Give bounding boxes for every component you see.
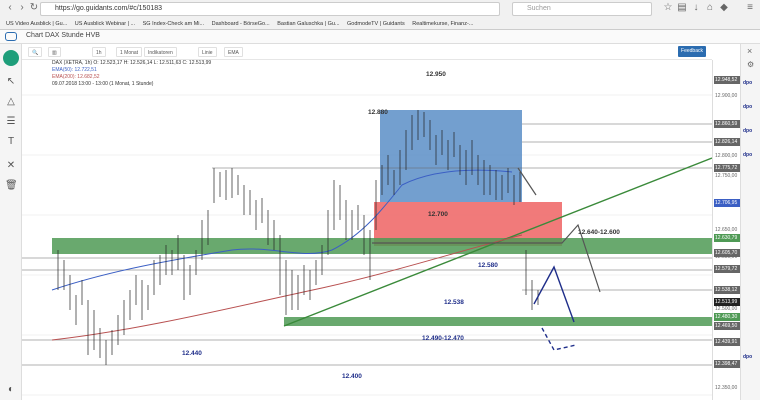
support-zone-lower: [284, 317, 712, 326]
resistance-box: [380, 110, 522, 202]
price-tag: 12.480,30: [714, 313, 741, 321]
bookmark-item[interactable]: US Ausblick Webinar | ...: [75, 18, 135, 30]
dpo-widget[interactable]: dpo: [743, 354, 752, 360]
contrast-icon[interactable]: ◐: [5, 384, 17, 396]
right-rail: × ⚙ dpo dpo dpo dpo dpo: [740, 44, 760, 400]
interval-button[interactable]: 1h: [92, 47, 106, 57]
label-low3: 12.400: [342, 373, 362, 380]
dpo-widget[interactable]: dpo: [743, 80, 752, 86]
price-tag: 12.948,52: [714, 76, 741, 84]
label-low1: 12.490-12.470: [422, 335, 464, 342]
price-tag: 12.605,70: [714, 249, 741, 257]
address-bar[interactable]: https://go.guidants.com/#c/150183: [40, 2, 500, 16]
support-zone-upper: [52, 238, 712, 254]
period-button[interactable]: 1 Monat: [116, 47, 143, 57]
delete-icon[interactable]: 🗑: [5, 180, 18, 192]
chart-toolbar: 🔍 ▥ 1h 1 Monat Linie EMA Indikatoren Fee…: [22, 44, 712, 60]
bookmark-item[interactable]: GodmodeTV | Guidants: [347, 18, 405, 30]
reload-icon[interactable]: ↻: [28, 2, 40, 14]
menu-icon[interactable]: ≡: [744, 2, 756, 14]
price-tag: 12.630,79: [714, 234, 741, 242]
label-r1: 12.640-12.600: [578, 229, 620, 236]
dpo-widget[interactable]: dpo: [743, 128, 752, 134]
label-low2: 12.440: [182, 350, 202, 357]
price-tick: 12.350,00: [715, 385, 738, 391]
home-icon[interactable]: ⌂: [704, 2, 716, 14]
back-icon[interactable]: ‹: [4, 2, 16, 14]
label-r2: 12.580: [478, 262, 498, 269]
price-tick: 12.500,00: [715, 306, 738, 312]
left-toolbar: ↖ △ ☰ T ✕ 🗑 ◐: [0, 44, 22, 400]
price-tag: 12.469,50: [714, 322, 741, 330]
ema-button[interactable]: EMA: [224, 47, 243, 57]
bookmark-item[interactable]: Dashboard - BörseGo...: [212, 18, 270, 30]
label-mid: 12.538: [444, 299, 464, 306]
bookmark-item[interactable]: US Video Ausblick | Gu...: [6, 18, 67, 30]
price-tag: 12.826,14: [714, 138, 741, 146]
indicators-button[interactable]: Indikatoren: [144, 47, 177, 57]
star-icon[interactable]: ☆: [662, 2, 674, 14]
label-box: 12.880: [368, 109, 388, 116]
price-tick: 12.750,00: [715, 173, 738, 179]
feedback-button[interactable]: Feedback: [678, 46, 706, 57]
url-text: https://go.guidants.com/#c/150183: [55, 5, 163, 12]
bookmark-item[interactable]: Bastian Galuschka | Gu...: [277, 18, 339, 30]
price-tag: 12.439,91: [714, 338, 741, 346]
tools-icon[interactable]: ✕: [5, 160, 17, 172]
settings-icon[interactable]: ⚙: [747, 60, 754, 69]
search-input[interactable]: Suchen: [512, 2, 652, 16]
text-tool-icon[interactable]: T: [5, 136, 17, 148]
library-icon[interactable]: ▤: [676, 2, 688, 14]
search-symbol-button[interactable]: 🔍: [28, 47, 43, 57]
price-tag: 12.706,95: [714, 199, 741, 207]
bookmark-item[interactable]: SG Index-Check am Mi...: [143, 18, 204, 30]
chart-canvas[interactable]: DAX (XETRA, 1h) O: 12.523,17 H: 12.526,1…: [22, 60, 712, 400]
lines-icon[interactable]: ☰: [5, 116, 17, 128]
navy-dashed-projection: [541, 327, 577, 351]
price-tick: 12.800,00: [715, 153, 738, 159]
price-tag: 12.860,59: [714, 120, 741, 128]
price-tag: 12.398,47: [714, 360, 741, 368]
price-axis: 12.900,00 12.800,00 12.750,00 12.650,00 …: [712, 60, 741, 400]
url-row: ‹ › ↻ https://go.guidants.com/#c/150183 …: [0, 2, 760, 18]
price-tick: 12.650,00: [715, 227, 738, 233]
price-tag: 12.513,99: [714, 298, 741, 306]
bookmark-item[interactable]: Realtimekurse, Finanz-...: [412, 18, 473, 30]
chart-svg: 12.950 12.880 12.700 12.640-12.600 12.58…: [22, 71, 712, 396]
price-tag: 12.775,72: [714, 164, 741, 172]
forward-icon[interactable]: ›: [16, 2, 28, 14]
search-placeholder: Suchen: [527, 5, 551, 12]
price-tag: 12.538,12: [714, 286, 741, 294]
download-icon[interactable]: ↓: [690, 2, 702, 14]
shield-icon[interactable]: ◆: [718, 2, 730, 14]
shape-icon[interactable]: △: [5, 96, 17, 108]
close-icon[interactable]: ×: [747, 46, 752, 56]
bookmarks-bar: US Video Ausblick | Gu... US Ausblick We…: [0, 18, 760, 30]
guidants-logo-icon: [5, 32, 17, 41]
dpo-widget[interactable]: dpo: [743, 104, 752, 110]
price-tick: 12.900,00: [715, 93, 738, 99]
chart-title: Chart DAX Stunde HVB: [26, 32, 100, 39]
add-widget-icon[interactable]: [3, 50, 19, 66]
dpo-widget[interactable]: dpo: [743, 152, 752, 158]
browser-bar: ‹ › ↻ https://go.guidants.com/#c/150183 …: [0, 0, 760, 30]
label-top: 12.950: [426, 71, 446, 78]
app-header: Chart DAX Stunde HVB: [0, 30, 760, 44]
line-button[interactable]: Linie: [198, 47, 217, 57]
cursor-icon[interactable]: ↖: [5, 76, 17, 88]
chart-type-button[interactable]: ▥: [48, 47, 61, 57]
label-red: 12.700: [428, 211, 448, 218]
price-tag: 12.579,72: [714, 265, 741, 273]
